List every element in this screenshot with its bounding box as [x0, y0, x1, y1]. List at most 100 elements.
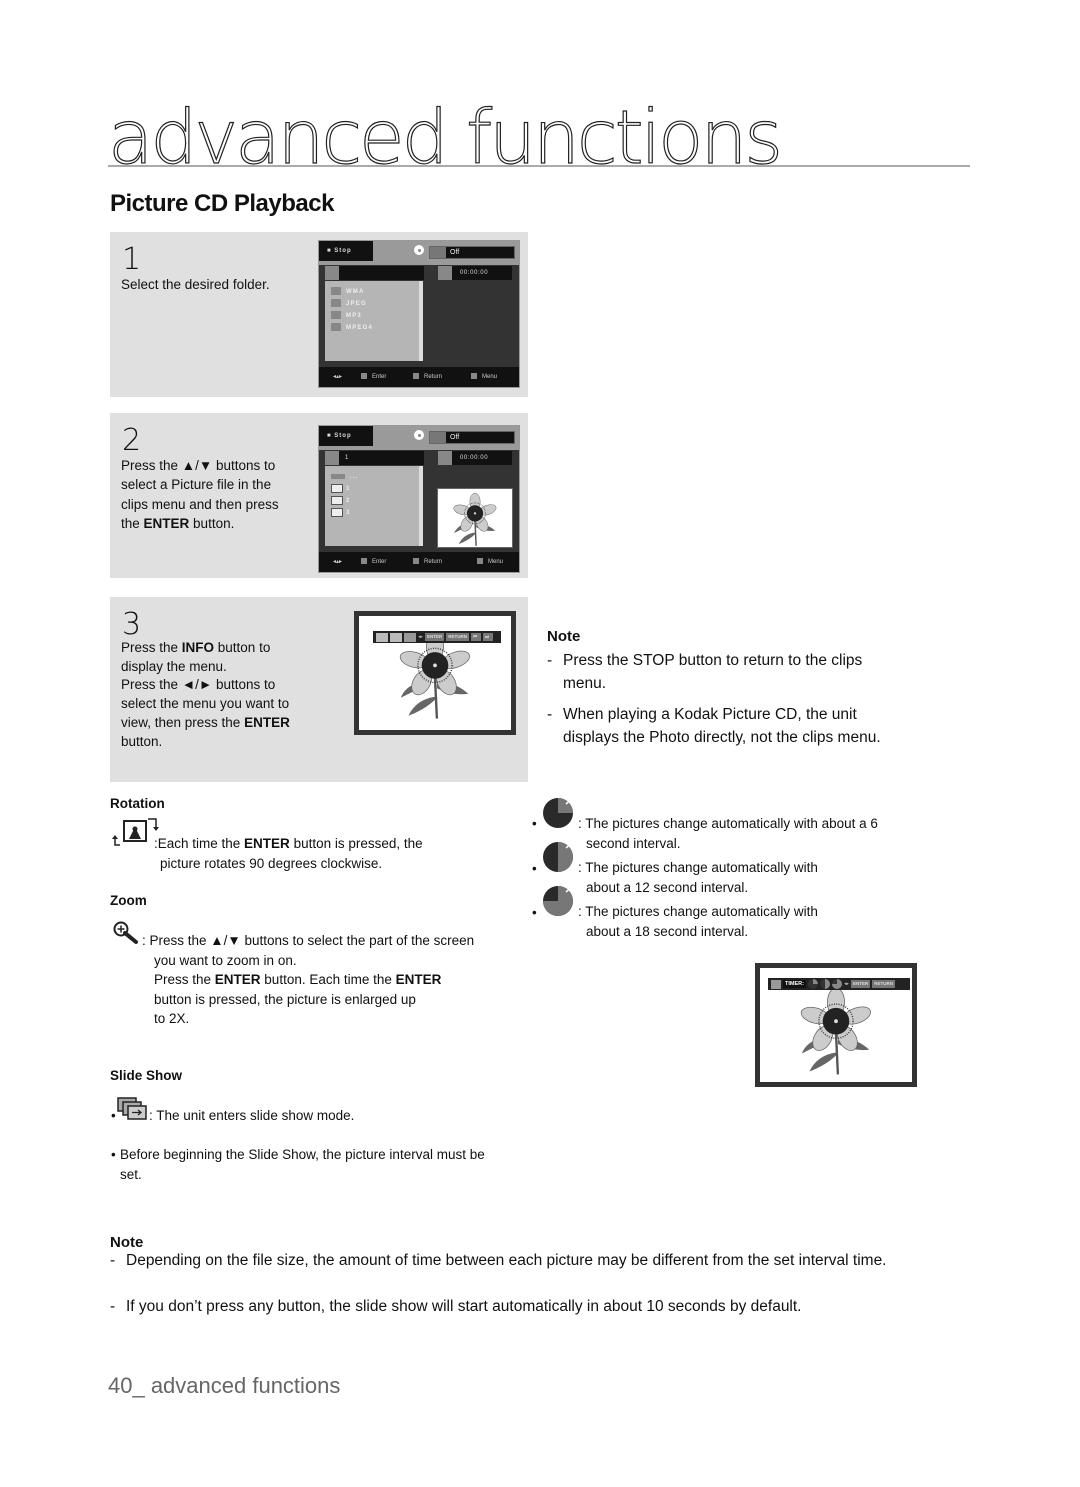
jpeg-file-item[interactable]: 3 [331, 508, 351, 518]
osd-enter: Enter [361, 367, 386, 387]
timer-text-line: : The pictures change automatically with [578, 860, 818, 875]
timer-list: • : The pictures change automatically wi… [532, 795, 912, 945]
zoom-icon[interactable] [390, 632, 402, 642]
menu-label: Menu [482, 374, 498, 380]
enter-icon [361, 558, 367, 565]
slideshow-icon[interactable] [404, 632, 416, 642]
section-title: Picture CD Playback [110, 190, 334, 217]
timer-12s-icon [543, 841, 574, 872]
osd-return: Return [413, 367, 442, 387]
step-2-panel: 2 Press the ▲/▼ buttons to select a Pict… [110, 413, 528, 578]
prev-icon[interactable]: ⏮ [471, 633, 482, 641]
return-label: Return [424, 559, 443, 565]
dpad-icon: ◂▴▸ [333, 559, 343, 565]
osd-status-label: Stop [334, 248, 352, 254]
step-text: Press the ▲/▼ buttons to select a Pictur… [121, 456, 301, 533]
zoom-text-part: Press the [154, 972, 215, 987]
clock-icon [438, 266, 452, 280]
folder-item[interactable]: WMA [331, 287, 365, 297]
folder-item[interactable]: MPEG4 [331, 323, 373, 333]
dash: - [110, 1298, 116, 1315]
osd-time: 00:00:00 [438, 266, 512, 280]
timer-6s-option[interactable] [807, 979, 818, 989]
return-icon [413, 373, 419, 380]
step-number: 1 [122, 242, 142, 277]
osd-screen: ■ Stop Off 1 00:00:00 ... 1 2 3 ◂▴▸ Ente… [318, 425, 520, 573]
disc-icon [414, 245, 424, 255]
parent-folder-item[interactable]: ... [331, 472, 359, 482]
note-item: - Depending on the file size, the amount… [110, 1251, 910, 1271]
folder-label: MP3 [346, 313, 362, 319]
clock-icon [438, 451, 452, 465]
slideshow-note-line: Before beginning the Slide Show, the pic… [120, 1147, 485, 1162]
note-item: - When playing a Kodak Picture CD, the u… [547, 703, 917, 749]
rotation-text-part: :Each time the [154, 836, 245, 851]
timer-text-line: : The pictures change automatically with [578, 904, 818, 919]
step-text-part: Press the [121, 640, 182, 655]
slideshow-heading: Slide Show [110, 1068, 183, 1083]
osd-enter: Enter [361, 552, 386, 572]
osd-menu: Menu [471, 367, 497, 387]
zoom-line: : Press the ▲/▼ buttons to select the pa… [142, 933, 475, 948]
time-value: 00:00:00 [460, 270, 489, 276]
folder-label: WMA [346, 289, 365, 295]
enter-chip: ENTER [425, 633, 445, 641]
return-icon [413, 558, 419, 565]
repeat-value: Off [450, 434, 460, 441]
dash: - [547, 706, 553, 723]
folder-item[interactable]: JPEG [331, 299, 367, 309]
return-label: Return [424, 374, 443, 380]
timer-screen: TIMER: ◂▸ ENTER RETURN [755, 963, 917, 1087]
info-menu-bar: ◂▸ ENTER RETURN ⏮ ⏭ [373, 631, 501, 643]
timer-6s-text: : The pictures change automatically with… [578, 814, 878, 853]
step-1-panel: 1 Select the desired folder. ■ Stop Off … [110, 232, 528, 397]
arrows-icon: ◂▸ [418, 634, 424, 640]
zoom-text-part: button. Each time the [260, 972, 396, 987]
timer-label: TIMER: [783, 980, 806, 988]
dash: - [547, 652, 553, 669]
dash: - [110, 1252, 116, 1269]
next-icon[interactable]: ⏭ [483, 633, 494, 641]
osd-status: ■ Stop [319, 241, 373, 261]
step-3-panel: 3 Press the INFO button to display the m… [110, 597, 528, 782]
osd-list: WMA JPEG MP3 MPEG4 [325, 281, 423, 361]
step-number: 2 [122, 423, 142, 458]
bullet: • [111, 1108, 116, 1123]
timer-text-line: about a 18 second interval. [586, 923, 749, 939]
osd-list: ... 1 2 3 [325, 466, 423, 546]
zoom-line: Press the ENTER button. Each time the EN… [142, 970, 474, 990]
rotate-icon[interactable] [376, 632, 388, 642]
enter-keyword: ENTER [214, 972, 261, 987]
osd-repeat: Off [429, 431, 515, 444]
jpeg-icon [331, 484, 343, 493]
photo-preview [437, 488, 513, 548]
enter-chip: ENTER [850, 980, 871, 988]
zoom-line: button is pressed, the picture is enlarg… [154, 991, 416, 1007]
disc-icon [414, 430, 424, 440]
timer-12s-option[interactable] [819, 979, 830, 989]
jpeg-icon [331, 508, 343, 517]
jpeg-icon [331, 496, 343, 505]
note-heading: Note [547, 628, 581, 645]
timer-text-line: : The pictures change automatically with… [578, 816, 878, 831]
osd-status: ■ Stop [319, 426, 373, 446]
arrows-icon: ◂▸ [843, 981, 849, 987]
return-chip: RETURN [446, 633, 470, 641]
note-text: If you don’t press any button, the slide… [126, 1298, 802, 1315]
timer-18s-option[interactable] [831, 979, 842, 989]
folder-item[interactable]: MP3 [331, 311, 362, 321]
jpeg-file-item[interactable]: 2 [331, 496, 351, 506]
rotation-text-part: picture rotates 90 degrees clockwise. [160, 855, 383, 871]
repeat-icon [430, 247, 446, 258]
chapter-rule [108, 165, 970, 167]
note-heading: Note [110, 1234, 144, 1251]
jpeg-file-item[interactable]: 1 [331, 484, 351, 494]
menu-icon [477, 558, 483, 565]
folder-icon [331, 299, 341, 308]
timer-12s-text: : The pictures change automatically with… [578, 858, 818, 897]
zoom-line: to 2X. [154, 1011, 190, 1026]
zoom-text: : Press the ▲/▼ buttons to select the pa… [142, 931, 474, 1029]
rotation-heading: Rotation [110, 796, 165, 811]
enter-keyword: ENTER [244, 836, 290, 851]
folder-label: MPEG4 [346, 325, 374, 331]
